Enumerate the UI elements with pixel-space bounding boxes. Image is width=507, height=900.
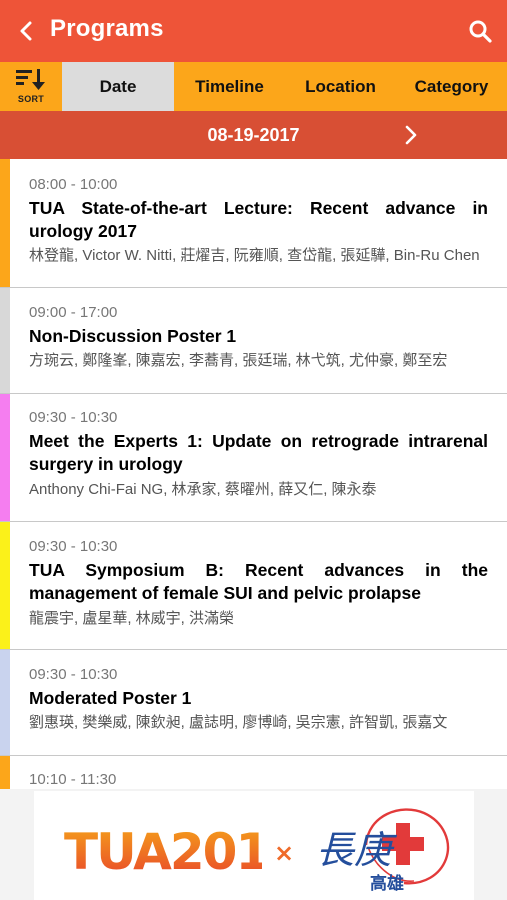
session-time: 10:10 - 11:30 xyxy=(29,771,117,788)
search-icon xyxy=(469,20,492,43)
session-speakers: 林登龍, Victor W. Nitti, 莊燿吉, 阮雍順, 查岱龍, 張延驊… xyxy=(29,247,480,264)
partner-subtitle: 高雄 xyxy=(370,874,404,894)
times-sign: × xyxy=(274,839,295,867)
session-item[interactable]: 09:30 - 10:30 Moderated Poster 1 劉惠瑛, 樊樂… xyxy=(0,650,507,756)
session-item[interactable]: 09:30 - 10:30 TUA Symposium B: Recent ad… xyxy=(0,522,507,650)
next-date-button[interactable] xyxy=(398,119,424,151)
session-item[interactable]: 10:10 - 11:30 xyxy=(0,756,507,789)
tua2017-logo: TUA2017 xyxy=(64,823,262,881)
partner-name: 長庚 xyxy=(316,828,393,872)
back-button[interactable] xyxy=(12,14,40,48)
session-time: 09:30 - 10:30 xyxy=(29,409,118,426)
page-title: Programs xyxy=(50,15,164,42)
sponsor-footer: TUA2017 × 長庚 高雄 xyxy=(0,789,507,900)
sort-icon xyxy=(16,69,45,90)
category-color-bar xyxy=(0,159,10,287)
session-speakers: 劉惠瑛, 樊樂威, 陳欽昶, 盧誌明, 廖博崎, 吳宗憲, 許智凱, 張嘉文 xyxy=(29,714,448,731)
session-item[interactable]: 08:00 - 10:00 TUA State-of-the-art Lectu… xyxy=(0,159,507,288)
category-color-bar xyxy=(0,522,10,649)
tab-date[interactable]: Date xyxy=(62,62,174,111)
tab-timeline[interactable]: Timeline xyxy=(174,62,285,111)
current-date: 08-19-2017 xyxy=(207,125,300,145)
chevron-left-icon xyxy=(20,21,32,41)
session-title: TUA Symposium B: Recent advances in the … xyxy=(29,560,488,603)
session-title: TUA State-of-the-art Lecture: Recent adv… xyxy=(29,198,488,241)
chevron-right-icon xyxy=(405,125,417,145)
tab-category[interactable]: Category xyxy=(396,62,507,111)
session-speakers: 方琬云, 鄭隆峯, 陳嘉宏, 李蕎青, 張廷瑞, 林弋筑, 尤仲豪, 鄭至宏 xyxy=(29,352,448,369)
sort-label: SORT xyxy=(17,94,45,104)
category-color-bar xyxy=(0,650,10,755)
date-navigator: 08-19-2017 xyxy=(0,111,507,159)
session-time: 09:30 - 10:30 xyxy=(29,666,118,683)
session-item[interactable]: 09:00 - 17:00 Non-Discussion Poster 1 方琬… xyxy=(0,288,507,394)
sponsor-banner[interactable]: TUA2017 × 長庚 高雄 xyxy=(34,791,474,900)
session-speakers: Anthony Chi-Fai NG, 林承家, 蔡曜州, 薛又仁, 陳永泰 xyxy=(29,481,377,498)
session-time: 09:30 - 10:30 xyxy=(29,538,118,555)
session-time: 08:00 - 10:00 xyxy=(29,176,118,193)
app-header: Programs xyxy=(0,0,507,62)
search-button[interactable] xyxy=(463,14,497,48)
session-list: 08:00 - 10:00 TUA State-of-the-art Lectu… xyxy=(0,159,507,789)
svg-text:TUA2017: TUA2017 xyxy=(64,823,262,881)
session-title: Meet the Experts 1: Update on retrograde… xyxy=(29,431,488,474)
category-color-bar xyxy=(0,394,10,521)
session-time: 09:00 - 17:00 xyxy=(29,304,118,321)
tab-location[interactable]: Location xyxy=(285,62,396,111)
session-item[interactable]: 09:30 - 10:30 Meet the Experts 1: Update… xyxy=(0,394,507,522)
category-color-bar xyxy=(0,756,10,789)
session-speakers: 龍震宇, 盧星華, 林威宇, 洪滿榮 xyxy=(29,610,235,627)
sort-button[interactable]: SORT xyxy=(0,62,62,111)
session-title: Moderated Poster 1 xyxy=(29,688,192,708)
session-title: Non-Discussion Poster 1 xyxy=(29,326,237,346)
category-color-bar xyxy=(0,288,10,393)
tab-bar: SORT Date Timeline Location Category xyxy=(0,62,507,111)
